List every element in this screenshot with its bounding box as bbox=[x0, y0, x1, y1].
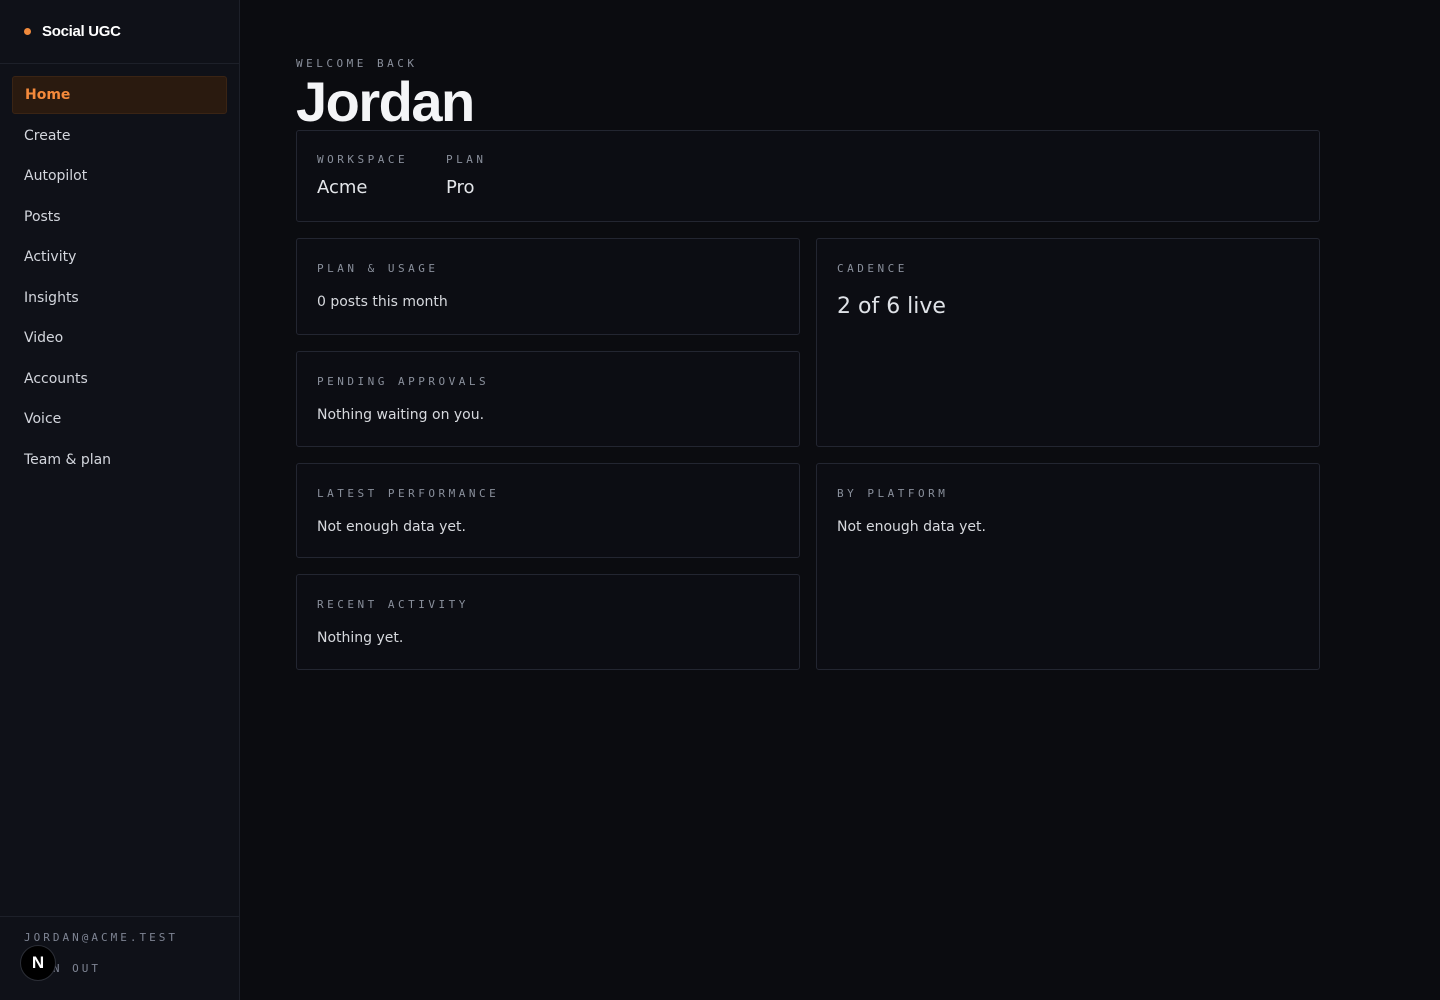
workspace-col: WORKSPACE Acme bbox=[317, 153, 408, 198]
plan-label: PLAN bbox=[446, 153, 487, 166]
plan-usage-text: 0 posts this month bbox=[317, 294, 448, 310]
next-dev-badge[interactable]: N bbox=[20, 945, 56, 981]
sidebar-item-video[interactable]: Video bbox=[12, 319, 227, 357]
by-platform-card: BY PLATFORM Not enough data yet. bbox=[816, 463, 1320, 670]
plan-usage-label: PLAN & USAGE bbox=[317, 262, 439, 275]
sidebar-item-autopilot[interactable]: Autopilot bbox=[12, 157, 227, 195]
cadence-value: 2 of 6 live bbox=[837, 294, 946, 319]
cadence-label: CADENCE bbox=[837, 262, 908, 275]
pending-approvals-text: Nothing waiting on you. bbox=[317, 407, 485, 423]
latest-performance-card: LATEST PERFORMANCE Not enough data yet. bbox=[296, 463, 800, 558]
latest-performance-label: LATEST PERFORMANCE bbox=[317, 487, 500, 500]
sidebar-nav: Home Create Autopilot Posts Activity Ins… bbox=[0, 64, 239, 479]
sidebar-item-team-plan[interactable]: Team & plan bbox=[12, 441, 227, 479]
recent-activity-label: RECENT ACTIVITY bbox=[317, 598, 469, 611]
sidebar: Social UGC Home Create Autopilot Posts A… bbox=[0, 0, 240, 1000]
latest-performance-text: Not enough data yet. bbox=[317, 519, 466, 535]
sidebar-item-voice[interactable]: Voice bbox=[12, 400, 227, 438]
pending-approvals-label: PENDING APPROVALS bbox=[317, 375, 490, 388]
brand[interactable]: Social UGC bbox=[0, 0, 239, 64]
sidebar-item-home[interactable]: Home bbox=[12, 76, 227, 114]
recent-activity-text: Nothing yet. bbox=[317, 630, 404, 646]
brand-name: Social UGC bbox=[42, 23, 121, 40]
plan-col: PLAN Pro bbox=[446, 153, 487, 198]
sidebar-item-posts[interactable]: Posts bbox=[12, 198, 227, 236]
by-platform-text: Not enough data yet. bbox=[837, 519, 986, 535]
workspace-card: WORKSPACE Acme PLAN Pro bbox=[296, 130, 1320, 222]
plan-usage-card: PLAN & USAGE 0 posts this month bbox=[296, 238, 800, 335]
sidebar-item-activity[interactable]: Activity bbox=[12, 238, 227, 276]
pending-approvals-card: PENDING APPROVALS Nothing waiting on you… bbox=[296, 351, 800, 447]
sidebar-item-insights[interactable]: Insights bbox=[12, 279, 227, 317]
recent-activity-card: RECENT ACTIVITY Nothing yet. bbox=[296, 574, 800, 670]
user-email: JORDAN@ACME.TEST bbox=[24, 931, 178, 944]
brand-dot-icon bbox=[24, 28, 31, 35]
plan-value: Pro bbox=[446, 177, 475, 198]
page-title: Jordan bbox=[296, 70, 475, 133]
cadence-card: CADENCE 2 of 6 live bbox=[816, 238, 1320, 447]
sidebar-item-create[interactable]: Create bbox=[12, 117, 227, 155]
workspace-value: Acme bbox=[317, 177, 368, 198]
by-platform-label: BY PLATFORM bbox=[837, 487, 949, 500]
workspace-label: WORKSPACE bbox=[317, 153, 409, 166]
sidebar-item-accounts[interactable]: Accounts bbox=[12, 360, 227, 398]
